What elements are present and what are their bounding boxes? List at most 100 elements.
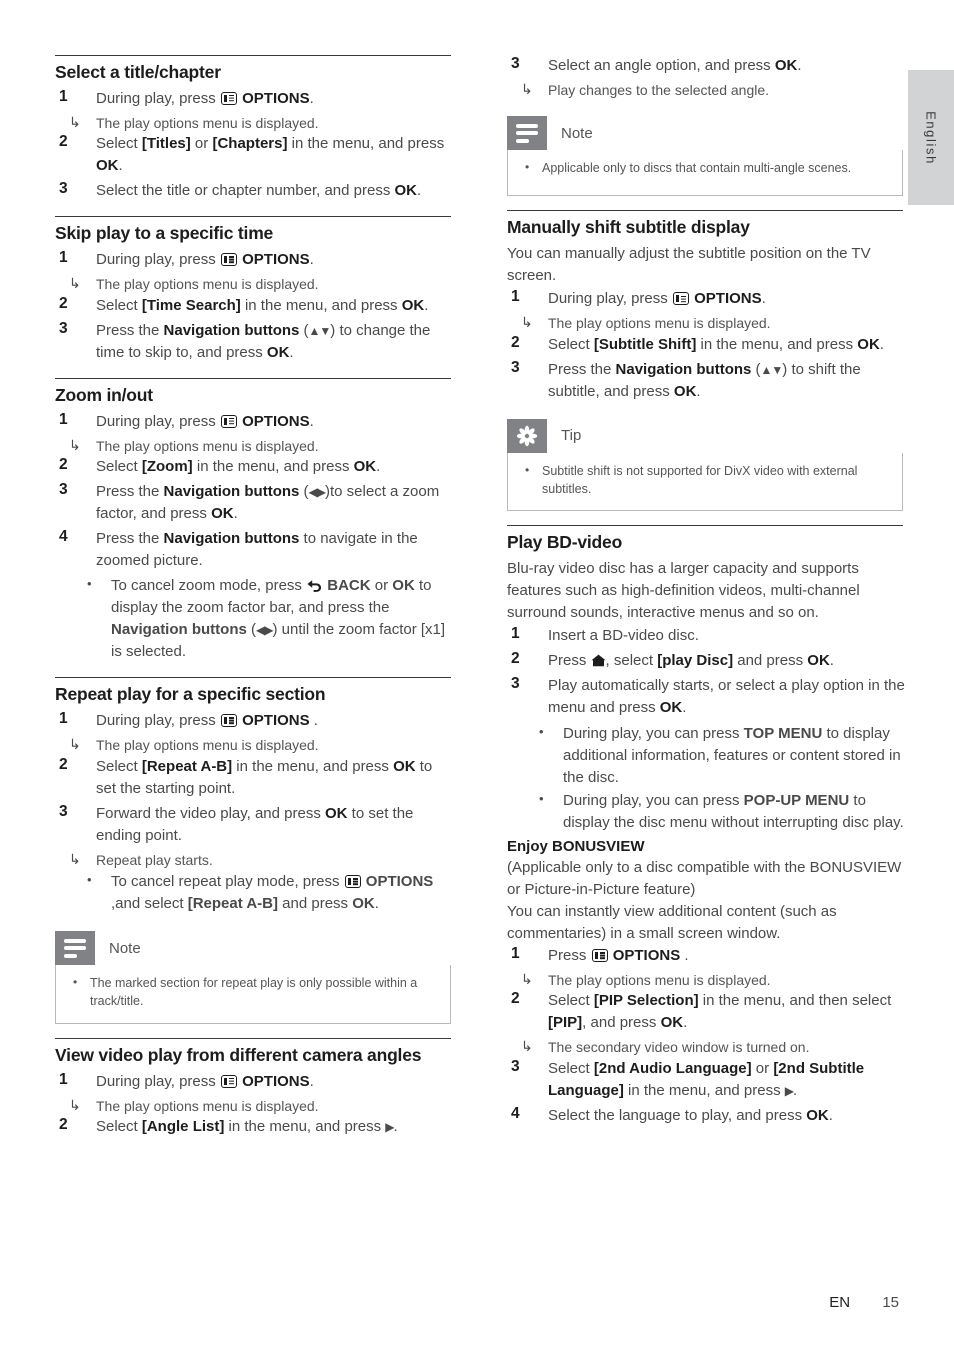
step-bullet-text: During play, you can press POP-UP MENU t… <box>563 791 904 831</box>
step-item: 1 Press OPTIONS . <box>507 945 907 967</box>
callout-body: • The marked section for repeat play is o… <box>55 965 451 1024</box>
step-result-text: The secondary video window is turned on. <box>548 1039 810 1056</box>
callout-item-text: The marked section for repeat play is on… <box>90 976 418 1008</box>
options-icon <box>220 414 237 428</box>
left-column: Select a title/chapter 1 During play, pres… <box>55 55 455 1141</box>
callout-note: Note • The marked section for repeat play … <box>55 931 451 1024</box>
step-text: Press the Navigation buttons to navigate… <box>96 530 418 570</box>
bullet-icon: • <box>87 872 92 888</box>
step-result: ↳ The play options menu is displayed. <box>55 436 455 456</box>
step-list: 1 During play, press OPTIONS . ↳ The play o… <box>55 710 455 915</box>
result-arrow-icon: ↳ <box>69 275 81 292</box>
step-number: 2 <box>59 755 68 773</box>
step-number: 2 <box>59 133 68 151</box>
section-divider <box>55 1037 451 1039</box>
section-title: Manually shift subtitle display <box>507 217 750 238</box>
right-column: 3 Select an angle option, and press OK. ↳ P… <box>507 55 907 1130</box>
step-number: 4 <box>59 528 68 546</box>
section-divider <box>55 677 451 679</box>
callout-body: • Applicable only to discs that contain m… <box>507 150 903 197</box>
result-arrow-icon: ↳ <box>521 1038 533 1055</box>
callout-label: Note <box>561 124 593 142</box>
step-result: ↳ The play options menu is displayed. <box>507 970 907 990</box>
result-arrow-icon: ↳ <box>69 436 81 453</box>
step-result: ↳ The play options menu is displayed. <box>55 735 455 755</box>
step-number: 3 <box>59 319 68 337</box>
step-item: 4 Select the language to play, and press … <box>507 1105 907 1127</box>
step-text: Select [Angle List] in the menu, and pre… <box>96 1117 398 1135</box>
step-text: Press , select [play Disc] and press OK. <box>548 652 834 670</box>
step-number: 1 <box>511 625 520 643</box>
step-number: 1 <box>59 87 68 105</box>
step-text: Insert a BD-video disc. <box>548 627 699 645</box>
step-number: 1 <box>59 1070 68 1088</box>
bullet-icon: • <box>525 462 530 477</box>
step-bullet: • During play, you can press POP-UP MENU … <box>507 790 907 834</box>
step-result-text: The play options menu is displayed. <box>96 114 319 131</box>
step-text: During play, press OPTIONS . <box>96 712 318 730</box>
section-title: Play BD-video <box>507 532 623 553</box>
result-arrow-icon: ↳ <box>521 314 533 331</box>
step-number: 3 <box>59 480 68 498</box>
step-text: Press the Navigation buttons (◀▶)to sele… <box>96 482 440 523</box>
footer-language-code: EN <box>829 1294 851 1311</box>
callout-body: • Subtitle shift is not supported for Div… <box>507 452 903 512</box>
step-item: 2 Select [Angle List] in the menu, and pr… <box>55 1116 455 1138</box>
callout-header: Tip <box>507 418 903 453</box>
step-result-text: The play options menu is displayed. <box>96 437 319 454</box>
step-number: 1 <box>59 710 68 728</box>
callout-icon <box>55 931 95 966</box>
step-text: Play automatically starts, or select a p… <box>548 677 905 717</box>
step-list: 1 During play, press OPTIONS. ↳ The play op… <box>55 249 455 363</box>
step-number: 3 <box>59 180 68 198</box>
step-number: 2 <box>59 1115 68 1133</box>
step-item: 1 During play, press OPTIONS. <box>507 288 907 310</box>
section-divider <box>507 525 903 527</box>
bullet-icon: • <box>539 790 544 806</box>
note-icon <box>64 938 86 958</box>
subsection-step-list: 1 Press OPTIONS . ↳ The play options menu i… <box>507 945 907 1127</box>
section-select-a-title-chapter: Select a title/chapter 1 During play, pres… <box>55 55 455 202</box>
step-text: During play, press OPTIONS. <box>96 251 314 269</box>
callout-icon <box>507 418 547 453</box>
result-arrow-icon: ↳ <box>69 113 81 130</box>
manual-page: Select a title/chapter 1 During play, pres… <box>0 0 954 1353</box>
step-result-text: The play options menu is displayed. <box>96 276 319 293</box>
page-footer: EN 15 <box>829 1294 899 1311</box>
options-icon <box>220 1074 237 1088</box>
step-item: 3 Press the Navigation buttons (◀▶)to sel… <box>55 481 455 525</box>
step-number: 3 <box>511 675 520 693</box>
step-number: 3 <box>511 1057 520 1075</box>
language-side-tab: English <box>908 70 954 205</box>
step-text: Select [2nd Audio Language] or [2nd Subt… <box>548 1059 865 1099</box>
step-text: Press the Navigation buttons (▲▼) to shi… <box>548 360 861 400</box>
subsection-paragraph: (Applicable only to a disc compatible wi… <box>507 858 902 898</box>
result-arrow-icon: ↳ <box>69 850 81 867</box>
step-text: During play, press OPTIONS. <box>548 290 766 308</box>
step-list: 1 Insert a BD-video disc. 2 Press , select … <box>507 625 907 833</box>
step-item: 2 Select [Titles] or [Chapters] in the me… <box>55 133 455 177</box>
section-divider <box>55 377 451 379</box>
step-number: 3 <box>511 358 520 376</box>
section-continued: 3 Select an angle option, and press OK. ↳ P… <box>507 55 907 197</box>
bullet-icon: • <box>87 576 92 592</box>
step-text: During play, press OPTIONS. <box>96 1072 314 1090</box>
step-result-text: The play options menu is displayed. <box>548 971 771 988</box>
step-item: 1 Insert a BD-video disc. <box>507 625 907 647</box>
step-item: 2 Select [Time Search] in the menu, and p… <box>55 295 455 317</box>
bullet-icon: • <box>73 975 78 990</box>
step-number: 2 <box>59 294 68 312</box>
footer-page-number: 15 <box>882 1294 899 1311</box>
callout-item: • Subtitle shift is not supported for Div… <box>520 463 890 499</box>
section-title: Zoom in/out <box>55 384 153 405</box>
step-item: 1 During play, press OPTIONS. <box>55 411 455 433</box>
step-text: Select [Subtitle Shift] in the menu, and… <box>548 335 884 353</box>
step-number: 1 <box>59 410 68 428</box>
step-bullet-text: To cancel zoom mode, press BACK or OK to… <box>111 577 446 661</box>
step-number: 1 <box>59 249 68 267</box>
section-manually-shift-subtitle-display: Manually shift subtitle display You can m… <box>507 210 907 512</box>
step-text: Select [Time Search] in the menu, and pr… <box>96 296 429 314</box>
step-list-continued: 3 Select an angle option, and press OK. ↳ P… <box>507 55 907 100</box>
step-item: 2 Select [Zoom] in the menu, and press OK… <box>55 456 455 478</box>
step-item: 1 During play, press OPTIONS. <box>55 249 455 271</box>
